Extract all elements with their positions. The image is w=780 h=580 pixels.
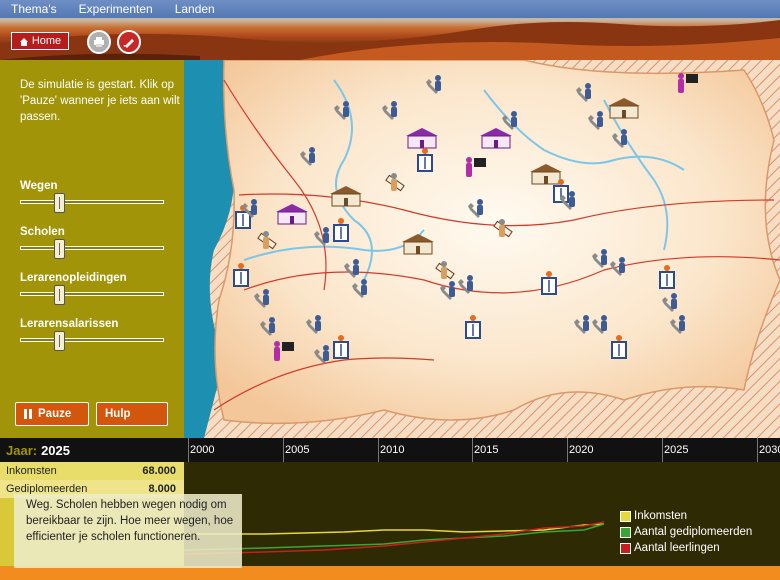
slider-label: Lerarensalarissen: [20, 318, 119, 330]
slider-thumb[interactable]: [54, 239, 65, 259]
house-icon: [19, 37, 28, 46]
trend-graph: Inkomsten Aantal gediplomeerden Aantal l…: [184, 462, 780, 566]
slider-lerarenopleidingen: Lerarenopleidingen: [20, 272, 166, 305]
slider-scholen: Scholen: [20, 226, 166, 259]
slider-track[interactable]: [20, 193, 164, 213]
legend-gediplomeerden: Aantal gediplomeerden: [620, 526, 752, 538]
print-button[interactable]: [87, 30, 111, 54]
slider-thumb[interactable]: [54, 331, 65, 351]
menu-bar: Thema's Experimenten Landen: [0, 0, 780, 18]
slider-label: Wegen: [20, 180, 58, 192]
stat-inkomsten: Inkomsten 68.000: [0, 462, 184, 480]
slider-label: Lerarenopleidingen: [20, 272, 127, 284]
menu-themas[interactable]: Thema's: [0, 0, 68, 18]
legend-swatch: [620, 542, 631, 554]
pause-icon: [24, 409, 32, 419]
timeline-tick: 2020: [566, 438, 594, 462]
legend-swatch: [620, 526, 631, 538]
legend-label: Aantal leerlingen: [634, 542, 720, 554]
printer-icon: [94, 37, 104, 47]
slider-track[interactable]: [20, 239, 164, 259]
home-label: Home: [31, 35, 62, 47]
legend-leerlingen: Aantal leerlingen: [620, 542, 720, 554]
slider-lerarensalarissen: Lerarensalarissen: [20, 318, 166, 351]
land-area: [214, 60, 780, 425]
home-button[interactable]: Home: [11, 32, 69, 50]
paint-button[interactable]: [117, 30, 141, 54]
menu-experimenten[interactable]: Experimenten: [68, 0, 164, 18]
stat-value: 68.000: [142, 465, 176, 477]
legend-inkomsten: Inkomsten: [620, 510, 687, 522]
status-message: De simulatie is gestart. Klik op 'Pauze'…: [20, 79, 180, 123]
legend-label: Inkomsten: [634, 510, 688, 522]
legend-swatch: [620, 510, 631, 522]
year-display: Jaar: 2025: [0, 438, 184, 462]
pause-label: Pauze: [38, 408, 72, 420]
help-label: Hulp: [105, 408, 131, 420]
legend-label: Aantal gediplomeerden: [634, 526, 753, 538]
control-panel: De simulatie is gestart. Klik op 'Pauze'…: [0, 60, 184, 438]
year-value: 2025: [41, 442, 70, 458]
help-button[interactable]: Hulp: [96, 402, 168, 426]
stat-label: Inkomsten: [6, 465, 57, 477]
slider-label: Scholen: [20, 226, 65, 238]
slider-track[interactable]: [20, 285, 164, 305]
info-tooltip: Weg. Scholen hebben wegen nodig om berei…: [14, 494, 242, 568]
timeline-tick: 2005: [282, 438, 310, 462]
footer-bar: [0, 566, 780, 580]
timeline-tick: 2000: [187, 438, 215, 462]
slider-thumb[interactable]: [54, 193, 65, 213]
slider-wegen: Wegen: [20, 180, 166, 213]
menu-landen[interactable]: Landen: [164, 0, 226, 18]
slider-track[interactable]: [20, 331, 164, 351]
timeline-tick: 2030: [756, 438, 780, 462]
pause-button[interactable]: Pauze: [15, 402, 89, 426]
header-banner: Thema's Experimenten Landen Home: [0, 0, 780, 60]
year-label: Jaar:: [6, 442, 38, 458]
timeline-axis: 2000 2005 2010 2015 2020 2025 2030: [184, 438, 780, 462]
series-line-leerlingen: [184, 521, 605, 555]
country-map[interactable]: [184, 60, 780, 438]
timeline-tick: 2025: [661, 438, 689, 462]
timeline-tick: 2015: [471, 438, 499, 462]
timeline-tick: 2010: [377, 438, 405, 462]
slider-thumb[interactable]: [54, 285, 65, 305]
brush-icon: [123, 39, 134, 48]
